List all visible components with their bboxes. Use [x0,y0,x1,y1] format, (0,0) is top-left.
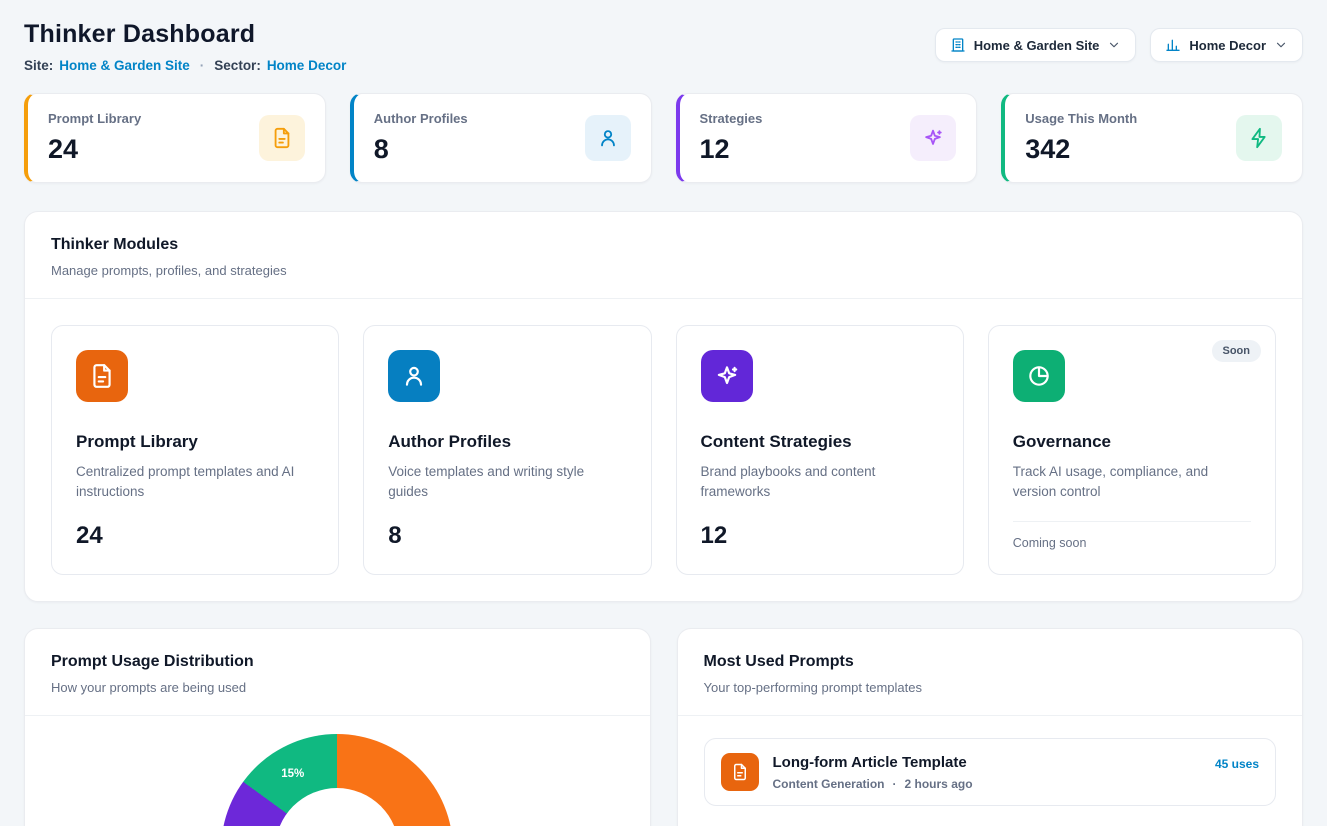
usage-distribution-panel: Prompt Usage Distribution How your promp… [24,628,651,826]
chevron-down-icon [1107,38,1121,52]
usage-panel-title: Prompt Usage Distribution [51,653,624,671]
modules-header: Thinker Modules Manage prompts, profiles… [25,212,1302,298]
coming-soon-text: Coming soon [1013,521,1251,550]
stats-row: Prompt Library 24 Author Profiles 8 Stra… [24,93,1303,183]
separator-dot: · [200,58,205,73]
bar-chart-icon [1165,37,1181,53]
prompt-uses-badge: 45 uses [1215,757,1259,771]
stat-card-strategies: Strategies 12 [676,93,978,183]
modules-title: Thinker Modules [51,236,1276,254]
stat-card-usage: Usage This Month 342 [1001,93,1303,183]
donut-segment-label: 15% [281,768,304,780]
chevron-down-icon [1274,38,1288,52]
sparkle-star-icon [701,350,753,402]
document-icon [721,753,759,791]
stat-card-prompt-library: Prompt Library 24 [24,93,326,183]
module-card-content-strategies[interactable]: Content Strategies Brand playbooks and c… [676,325,964,575]
stat-card-author-profiles: Author Profiles 8 [350,93,652,183]
building-icon [950,37,966,53]
soon-badge: Soon [1212,340,1262,362]
module-count: 12 [701,522,939,550]
prompt-time: 2 hours ago [905,777,973,791]
module-card-governance[interactable]: Soon Governance Track AI usage, complian… [988,325,1276,575]
donut-chart: 15% [221,734,453,826]
pie-chart-icon [1013,350,1065,402]
page-header: Thinker Dashboard Site: Home & Garden Si… [24,20,1303,73]
list-item-prompt[interactable]: Long-form Article Template Content Gener… [704,738,1277,806]
module-count: 24 [76,522,314,550]
site-selector-label: Home & Garden Site [974,38,1100,53]
site-selector-dropdown[interactable]: Home & Garden Site [935,28,1137,62]
module-description: Brand playbooks and content frameworks [701,462,939,503]
site-label: Site: [24,58,53,73]
document-icon [76,350,128,402]
module-title: Prompt Library [76,432,314,452]
person-icon [388,350,440,402]
page-title: Thinker Dashboard [24,20,346,49]
prompt-text: Long-form Article Template Content Gener… [773,754,1201,791]
thinker-modules-section: Thinker Modules Manage prompts, profiles… [24,211,1303,602]
stat-value: 342 [1025,134,1137,165]
most-used-subtitle: Your top-performing prompt templates [704,680,1277,695]
stat-text: Usage This Month 342 [1025,111,1137,165]
module-card-prompt-library[interactable]: Prompt Library Centralized prompt templa… [51,325,339,575]
separator-dot: · [893,777,897,791]
document-icon [259,115,305,161]
modules-subtitle: Manage prompts, profiles, and strategies [51,263,1276,278]
prompt-list: Long-form Article Template Content Gener… [678,716,1303,826]
stat-label: Author Profiles [374,111,468,126]
stat-label: Usage This Month [1025,111,1137,126]
stat-value: 24 [48,134,141,165]
header-left: Thinker Dashboard Site: Home & Garden Si… [24,20,346,73]
prompt-meta: Content Generation · 2 hours ago [773,777,1201,791]
stat-text: Author Profiles 8 [374,111,468,165]
site-link[interactable]: Home & Garden Site [59,58,190,73]
stat-text: Strategies 12 [700,111,763,165]
sector-link[interactable]: Home Decor [267,58,347,73]
most-used-prompts-panel: Most Used Prompts Your top-performing pr… [677,628,1304,826]
sparkle-star-icon [910,115,956,161]
sector-label: Sector: [214,58,261,73]
bottom-row: Prompt Usage Distribution How your promp… [24,628,1303,826]
prompt-category: Content Generation [773,777,885,791]
module-description: Centralized prompt templates and AI inst… [76,462,314,503]
donut-hole [275,788,399,826]
most-used-header: Most Used Prompts Your top-performing pr… [678,629,1303,715]
stat-label: Prompt Library [48,111,141,126]
person-icon [585,115,631,161]
module-description: Track AI usage, compliance, and version … [1013,462,1251,503]
module-title: Governance [1013,432,1251,452]
stat-text: Prompt Library 24 [48,111,141,165]
stat-label: Strategies [700,111,763,126]
module-card-author-profiles[interactable]: Author Profiles Voice templates and writ… [363,325,651,575]
header-actions: Home & Garden Site Home Decor [935,28,1303,62]
modules-grid: Prompt Library Centralized prompt templa… [25,299,1302,601]
module-title: Content Strategies [701,432,939,452]
breadcrumb: Site: Home & Garden Site · Sector: Home … [24,58,346,73]
most-used-title: Most Used Prompts [704,653,1277,671]
dashboard-page: Thinker Dashboard Site: Home & Garden Si… [0,0,1327,826]
chart-area: 15% [25,716,650,826]
lightning-icon [1236,115,1282,161]
sector-selector-label: Home Decor [1189,38,1266,53]
sector-selector-dropdown[interactable]: Home Decor [1150,28,1303,62]
prompt-title: Long-form Article Template [773,754,1201,771]
module-description: Voice templates and writing style guides [388,462,626,503]
module-title: Author Profiles [388,432,626,452]
usage-panel-subtitle: How your prompts are being used [51,680,624,695]
stat-value: 8 [374,134,468,165]
stat-value: 12 [700,134,763,165]
module-count: 8 [388,522,626,550]
usage-panel-header: Prompt Usage Distribution How your promp… [25,629,650,715]
